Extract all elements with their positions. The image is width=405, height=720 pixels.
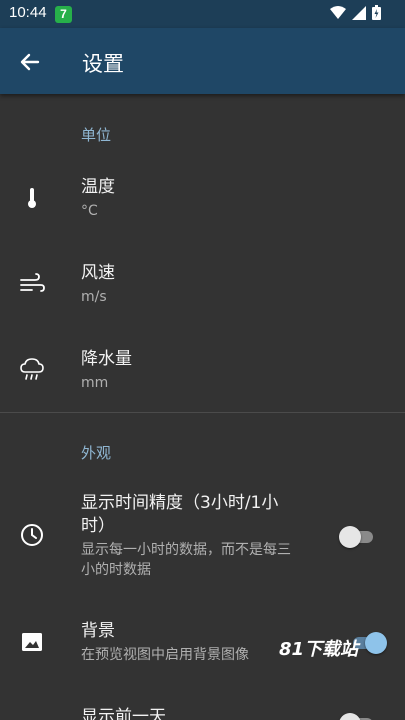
setting-wind-speed-value: m/s — [81, 289, 107, 305]
section-divider — [0, 412, 405, 413]
toggle-thumb — [339, 713, 361, 720]
wind-icon — [20, 273, 45, 292]
status-time: 10:44 — [9, 4, 47, 21]
setting-wind-speed[interactable]: 风速 m/s — [0, 252, 405, 324]
image-icon — [22, 633, 42, 651]
setting-precipitation[interactable]: 降水量 mm — [0, 338, 405, 410]
status-bar: 10:44 7 — [0, 0, 405, 28]
toggle-thumb — [339, 526, 361, 548]
wifi-icon — [330, 5, 346, 19]
rain-cloud-icon — [20, 358, 44, 380]
thermometer-icon — [28, 188, 36, 208]
setting-hourly-precision[interactable]: 显示时间精度（3小时/1小 时） 显示每一小时的数据，而不是每三 小的时数据 — [0, 486, 405, 586]
page-title: 设置 — [82, 52, 124, 76]
notification-app-icon: 7 — [55, 6, 72, 23]
setting-wind-speed-title: 风速 — [81, 263, 115, 283]
section-header-units: 单位 — [81, 126, 112, 144]
setting-previous-day[interactable]: 显示前一天 — [0, 700, 405, 720]
setting-hourly-precision-desc-line1: 显示每一小时的数据，而不是每三 — [81, 542, 291, 558]
setting-background-desc: 在预览视图中启用背景图像 — [81, 647, 249, 663]
hourly-precision-toggle[interactable] — [339, 525, 375, 548]
setting-previous-day-title: 显示前一天 — [81, 707, 166, 720]
setting-temperature[interactable]: 温度 °C — [0, 166, 405, 238]
setting-hourly-precision-title-line1: 显示时间精度（3小时/1小 — [81, 493, 279, 513]
setting-temperature-title: 温度 — [81, 177, 115, 197]
battery-icon — [372, 5, 381, 20]
setting-precipitation-title: 降水量 — [81, 349, 132, 369]
back-arrow-icon[interactable] — [16, 48, 44, 76]
previous-day-toggle[interactable] — [339, 712, 375, 720]
setting-precipitation-value: mm — [81, 375, 109, 391]
setting-hourly-precision-title-line2: 时） — [81, 516, 115, 536]
section-header-appearance: 外观 — [81, 444, 112, 462]
clock-icon — [21, 524, 43, 546]
signal-icon — [352, 5, 366, 20]
setting-temperature-value: °C — [81, 203, 98, 219]
setting-hourly-precision-desc-line2: 小的时数据 — [81, 562, 151, 578]
toggle-thumb — [365, 632, 387, 654]
setting-background-title: 背景 — [81, 621, 115, 641]
app-bar: 设置 — [0, 28, 405, 94]
watermark-text: 81下载站 — [279, 639, 359, 660]
